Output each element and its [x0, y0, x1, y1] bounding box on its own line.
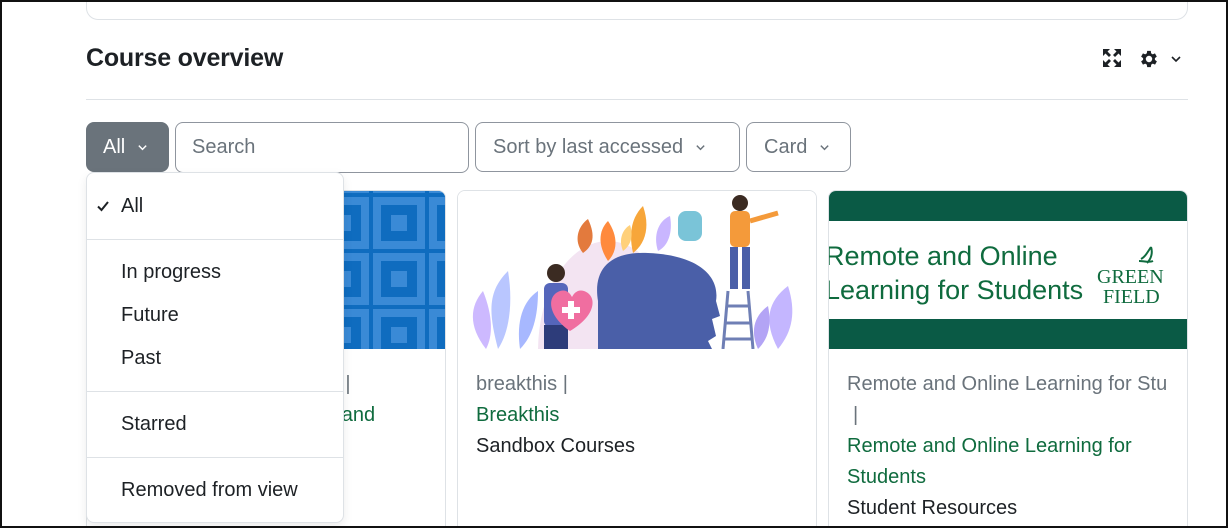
chevron-down-icon	[138, 144, 147, 150]
course-image[interactable]: Remote and Online Learning for Students …	[829, 191, 1187, 349]
block-title: Course overview	[86, 44, 284, 72]
chevron-down-icon	[696, 144, 705, 150]
view-label: Card	[764, 135, 808, 158]
dropdown-item-label: All	[121, 194, 144, 217]
grouping-dropdown-button[interactable]: All	[86, 122, 169, 172]
dropdown-divider	[87, 457, 343, 458]
course-name-line2: Students	[847, 466, 926, 488]
course-image-text: Remote and Online Learning for Students	[829, 239, 1083, 307]
image-band-bottom	[829, 319, 1187, 349]
dropdown-item-in-progress[interactable]: In progress	[87, 254, 343, 290]
dropdown-item-label: In progress	[121, 260, 222, 283]
dropdown-item-label: Past	[121, 346, 162, 369]
logo-line1: GREEN	[1097, 266, 1164, 288]
previous-block-bottom	[86, 2, 1188, 20]
course-subcategory: Student Resources	[847, 497, 1018, 519]
dropdown-item-label: Starred	[121, 412, 187, 435]
search-input[interactable]	[175, 122, 469, 173]
expand-icon[interactable]	[1100, 46, 1124, 70]
course-card-body: Remote and Online Learning for Stu | Rem…	[829, 349, 1187, 526]
logo-line2: FIELD	[1103, 286, 1160, 307]
chevron-down-icon	[1171, 56, 1181, 63]
course-card[interactable]: Remote and Online Learning for Students …	[828, 190, 1188, 526]
chevron-down-icon	[820, 144, 830, 150]
course-name-line1: Remote and Online Learning for	[847, 435, 1132, 457]
dropdown-item-label: Removed from view	[121, 478, 298, 501]
page-frame: Course overview All Sort by last accesse…	[0, 0, 1228, 528]
course-card[interactable]: breakthis | Breakthis Sandbox Courses	[457, 190, 817, 526]
grouping-dropdown-menu: All In progress Future Past Starred Remo…	[86, 172, 344, 523]
dropdown-item-all[interactable]: All	[87, 188, 343, 224]
greenfield-logo: GREEN FIELD	[1095, 243, 1171, 308]
dropdown-divider	[87, 391, 343, 392]
image-band-top	[829, 191, 1187, 221]
course-image-text-line2: Learning for Students	[829, 275, 1084, 305]
course-category-separator: |	[853, 404, 859, 426]
dropdown-divider	[87, 239, 343, 240]
dropdown-item-removed-from-view[interactable]: Removed from view	[87, 472, 343, 508]
course-subcategory: Sandbox Courses	[476, 435, 635, 457]
sort-label: Sort by last accessed	[493, 135, 684, 158]
dropdown-item-past[interactable]: Past	[87, 340, 343, 376]
grouping-label: All	[103, 135, 126, 158]
course-image[interactable]	[458, 191, 816, 349]
dropdown-item-label: Future	[121, 303, 179, 326]
block-settings-button[interactable]	[1138, 46, 1186, 72]
course-card-body: breakthis | Breakthis Sandbox Courses	[458, 349, 816, 482]
course-name-link[interactable]: Breakthis	[476, 400, 798, 431]
header-divider	[86, 99, 1188, 100]
dropdown-item-future[interactable]: Future	[87, 297, 343, 333]
course-name-link[interactable]: Remote and Online Learning for Students	[847, 431, 1169, 493]
gear-icon	[1141, 50, 1157, 68]
course-category: breakthis |	[476, 373, 568, 395]
view-dropdown-button[interactable]: Card	[746, 122, 851, 172]
sort-dropdown-button[interactable]: Sort by last accessed	[475, 122, 740, 172]
course-category: Remote and Online Learning for Stu	[847, 373, 1168, 395]
check-icon	[97, 201, 109, 212]
dropdown-item-starred[interactable]: Starred	[87, 406, 343, 442]
course-image-text-line1: Remote and Online	[829, 241, 1058, 271]
